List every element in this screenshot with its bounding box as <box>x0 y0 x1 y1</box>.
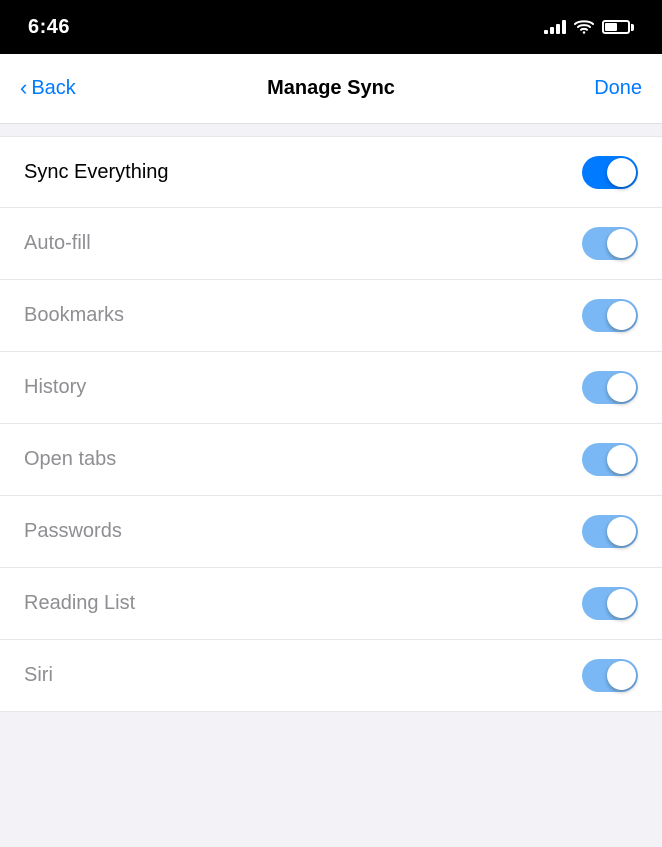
toggle-bookmarks[interactable] <box>582 299 638 332</box>
chevron-left-icon: ‹ <box>20 75 27 101</box>
status-icons <box>544 20 634 35</box>
settings-row-bookmarks: Bookmarks <box>0 280 662 352</box>
settings-row-passwords: Passwords <box>0 496 662 568</box>
toggle-knob-open-tabs <box>607 445 636 474</box>
toggle-knob-sync-everything <box>607 158 636 187</box>
row-label-sync-everything: Sync Everything <box>24 161 169 184</box>
wifi-icon <box>574 20 594 35</box>
back-button[interactable]: ‹ Back <box>20 76 76 101</box>
settings-row-open-tabs: Open tabs <box>0 424 662 496</box>
row-label-open-tabs: Open tabs <box>24 448 116 471</box>
toggle-history[interactable] <box>582 371 638 404</box>
toggle-sync-everything[interactable] <box>582 156 638 189</box>
done-button[interactable]: Done <box>594 77 642 100</box>
toggle-knob-bookmarks <box>607 301 636 330</box>
settings-row-auto-fill: Auto-fill <box>0 208 662 280</box>
settings-row-reading-list: Reading List <box>0 568 662 640</box>
toggle-knob-passwords <box>607 517 636 546</box>
status-bar: 6:46 <box>0 0 662 54</box>
toggle-auto-fill[interactable] <box>582 227 638 260</box>
status-time: 6:46 <box>28 16 70 39</box>
row-label-history: History <box>24 376 86 399</box>
toggle-siri[interactable] <box>582 659 638 692</box>
toggle-passwords[interactable] <box>582 515 638 548</box>
settings-list: Sync Everything Auto-fill Bookmarks History… <box>0 124 662 712</box>
row-label-siri: Siri <box>24 664 53 687</box>
nav-bar: ‹ Back Manage Sync Done <box>0 54 662 124</box>
toggle-knob-history <box>607 373 636 402</box>
back-label: Back <box>31 77 75 100</box>
settings-row-history: History <box>0 352 662 424</box>
page-title: Manage Sync <box>267 77 395 100</box>
toggle-knob-reading-list <box>607 589 636 618</box>
settings-row-siri: Siri <box>0 640 662 712</box>
toggle-open-tabs[interactable] <box>582 443 638 476</box>
battery-icon <box>602 20 634 34</box>
row-label-bookmarks: Bookmarks <box>24 304 124 327</box>
toggle-reading-list[interactable] <box>582 587 638 620</box>
settings-row-sync-everything: Sync Everything <box>0 136 662 208</box>
signal-icon <box>544 20 566 34</box>
toggle-knob-siri <box>607 661 636 690</box>
row-label-passwords: Passwords <box>24 520 122 543</box>
row-label-auto-fill: Auto-fill <box>24 232 91 255</box>
row-label-reading-list: Reading List <box>24 592 135 615</box>
toggle-knob-auto-fill <box>607 229 636 258</box>
